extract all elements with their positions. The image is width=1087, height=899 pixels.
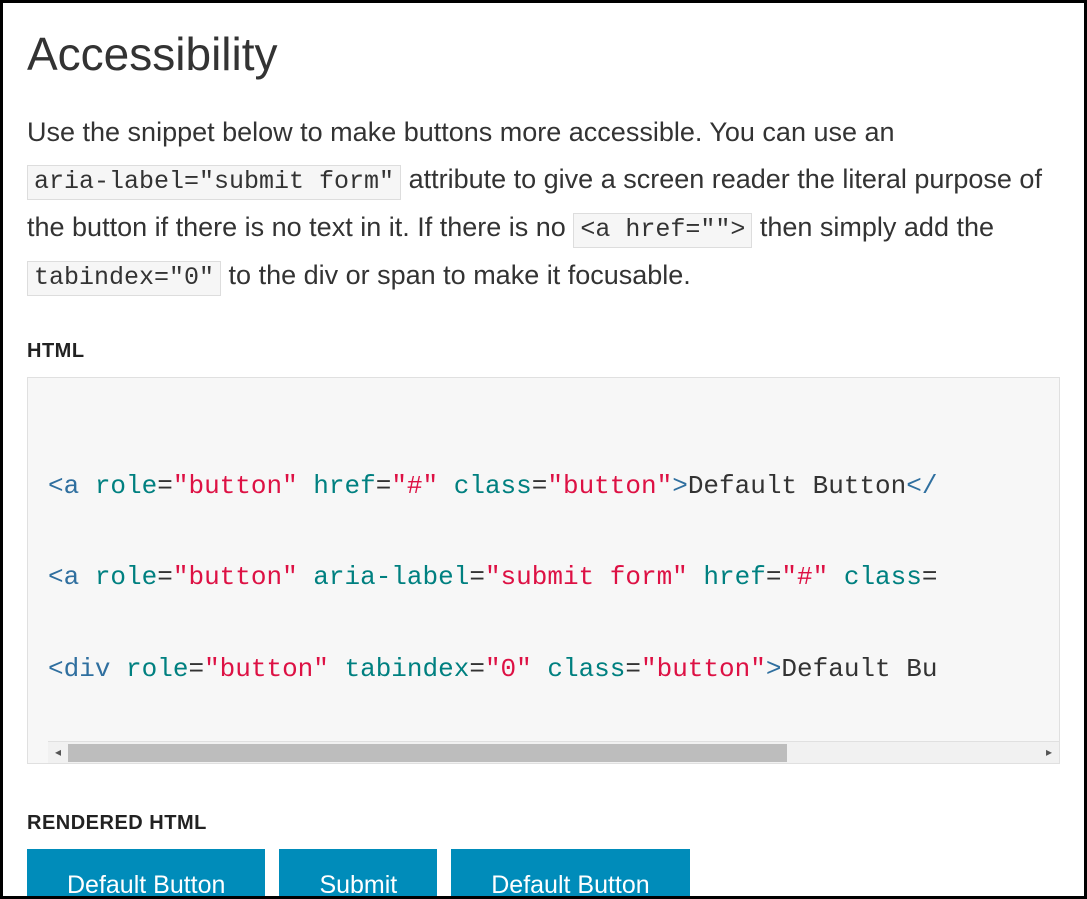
tok: = xyxy=(469,654,485,684)
submit-button[interactable]: Submit xyxy=(279,849,437,899)
tok xyxy=(828,562,844,592)
code-line: <a role="button" aria-label="submit form… xyxy=(48,559,1059,597)
tok: href xyxy=(313,471,375,501)
default-button[interactable]: Default Button xyxy=(451,849,689,899)
tok xyxy=(329,654,345,684)
scrollbar-track[interactable] xyxy=(68,742,1039,763)
scroll-left-icon[interactable]: ◂ xyxy=(48,745,68,759)
tok: a xyxy=(64,471,80,501)
tok: = xyxy=(469,562,485,592)
tok: < xyxy=(48,471,64,501)
code-line: <div role="button" tabindex="0" class="b… xyxy=(48,651,1059,689)
intro-text: Use the snippet below to make buttons mo… xyxy=(27,117,895,147)
tok: = xyxy=(157,471,173,501)
tok: "submit form" xyxy=(485,562,688,592)
tok: href xyxy=(703,562,765,592)
default-button[interactable]: Default Button xyxy=(27,849,265,899)
tok xyxy=(438,471,454,501)
tok: = xyxy=(532,471,548,501)
tok: = xyxy=(625,654,641,684)
tok: = xyxy=(376,471,392,501)
tok: class xyxy=(454,471,532,501)
tok: > xyxy=(766,654,782,684)
tok: role xyxy=(126,654,188,684)
tok: "button" xyxy=(173,471,298,501)
section-label-html: HTML xyxy=(27,340,1060,363)
tok: Default Bu xyxy=(781,654,937,684)
tok xyxy=(110,654,126,684)
tok: < xyxy=(48,654,64,684)
tok: a xyxy=(64,562,80,592)
tok: aria-label xyxy=(313,562,469,592)
section-label-rendered: RENDERED HTML xyxy=(27,812,1060,835)
inline-code-aria-label: aria-label="submit form" xyxy=(27,165,401,200)
scrollbar-thumb[interactable] xyxy=(68,744,787,762)
tok xyxy=(79,471,95,501)
tok xyxy=(79,562,95,592)
tok xyxy=(688,562,704,592)
intro-text: then simply add the xyxy=(760,212,994,242)
tok: = xyxy=(157,562,173,592)
tok: </ xyxy=(906,471,937,501)
tok: tabindex xyxy=(345,654,470,684)
code-line: <a role="button" href="#" class="button"… xyxy=(48,468,1059,506)
horizontal-scrollbar[interactable]: ◂ ▸ xyxy=(48,741,1059,763)
tok: "#" xyxy=(391,471,438,501)
tok: class xyxy=(844,562,922,592)
tok xyxy=(298,471,314,501)
tok: class xyxy=(547,654,625,684)
inline-code-tabindex: tabindex="0" xyxy=(27,261,221,296)
tok: role xyxy=(95,562,157,592)
tok: > xyxy=(672,471,688,501)
page-title: Accessibility xyxy=(27,27,1060,81)
tok: "#" xyxy=(781,562,828,592)
intro-paragraph: Use the snippet below to make buttons mo… xyxy=(27,109,1060,300)
intro-text: to the div or span to make it focusable. xyxy=(229,260,691,290)
code-block: <a role="button" href="#" class="button"… xyxy=(27,377,1060,764)
tok: = xyxy=(766,562,782,592)
scroll-right-icon[interactable]: ▸ xyxy=(1039,745,1059,759)
inline-code-anchor: <a href=""> xyxy=(573,213,752,248)
tok: role xyxy=(95,471,157,501)
tok: Default Button xyxy=(688,471,906,501)
tok: div xyxy=(64,654,111,684)
tok: "button" xyxy=(173,562,298,592)
tok: < xyxy=(48,562,64,592)
tok: = xyxy=(922,562,938,592)
tok: "0" xyxy=(485,654,532,684)
tok: "button" xyxy=(547,471,672,501)
tok xyxy=(532,654,548,684)
tok: "button" xyxy=(204,654,329,684)
rendered-buttons-row: Default Button Submit Default Button xyxy=(27,849,1060,899)
doc-frame: Accessibility Use the snippet below to m… xyxy=(0,0,1087,899)
tok: "button" xyxy=(641,654,766,684)
tok xyxy=(298,562,314,592)
tok: = xyxy=(188,654,204,684)
code-content: <a role="button" href="#" class="button"… xyxy=(48,414,1059,741)
